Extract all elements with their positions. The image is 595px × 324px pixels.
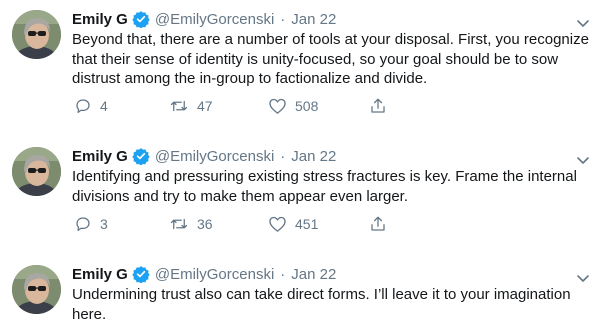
reply-count: 4 <box>100 98 108 114</box>
reply-button[interactable]: 4 <box>74 97 108 115</box>
chevron-down-icon[interactable] <box>576 153 590 164</box>
avatar[interactable] <box>12 10 61 59</box>
retweet-icon <box>169 215 189 233</box>
retweet-count: 36 <box>197 216 213 232</box>
heart-icon <box>268 97 287 115</box>
retweet-count: 47 <box>197 98 213 114</box>
tweet-text: Identifying and pressuring existing stre… <box>72 168 577 205</box>
like-count: 451 <box>295 216 319 232</box>
verified-badge-icon <box>132 10 150 29</box>
author-handle[interactable]: @EmilyGorcenski <box>155 11 274 28</box>
like-button[interactable]: 508 <box>268 97 318 115</box>
tweet-text: Undermining trust also can take direct f… <box>72 286 571 323</box>
author-name[interactable]: Emily G <box>72 11 128 28</box>
retweet-button[interactable]: 47 <box>169 97 213 115</box>
tweet-date[interactable]: Jan 22 <box>291 11 336 28</box>
reply-icon <box>74 215 92 233</box>
share-button[interactable] <box>369 215 387 233</box>
avatar[interactable] <box>12 265 61 314</box>
chevron-down-icon[interactable] <box>576 271 590 282</box>
author-name[interactable]: Emily G <box>72 266 128 283</box>
separator-dot: · <box>280 147 286 165</box>
tweet-date[interactable]: Jan 22 <box>291 266 336 283</box>
separator-dot: · <box>280 265 286 283</box>
retweet-icon <box>169 97 189 115</box>
tweet-text: Beyond that, there are a number of tools… <box>72 31 589 87</box>
reply-count: 3 <box>100 216 108 232</box>
share-button[interactable] <box>369 97 387 115</box>
tweet-actions: 3 36 451 <box>72 215 402 235</box>
avatar[interactable] <box>12 147 61 196</box>
author-name[interactable]: Emily G <box>72 148 128 165</box>
share-icon <box>369 215 387 233</box>
author-handle[interactable]: @EmilyGorcenski <box>155 266 274 283</box>
verified-badge-icon <box>132 265 150 284</box>
separator-dot: · <box>280 10 286 28</box>
reply-icon <box>74 97 92 115</box>
retweet-button[interactable]: 36 <box>169 215 213 233</box>
chevron-down-icon[interactable] <box>576 16 590 27</box>
like-button[interactable]: 451 <box>268 215 318 233</box>
author-handle[interactable]: @EmilyGorcenski <box>155 148 274 165</box>
verified-badge-icon <box>132 147 150 166</box>
heart-icon <box>268 215 287 233</box>
tweet-actions: 4 47 508 <box>72 97 402 117</box>
like-count: 508 <box>295 98 319 114</box>
tweet-date[interactable]: Jan 22 <box>291 148 336 165</box>
share-icon <box>369 97 387 115</box>
reply-button[interactable]: 3 <box>74 215 108 233</box>
